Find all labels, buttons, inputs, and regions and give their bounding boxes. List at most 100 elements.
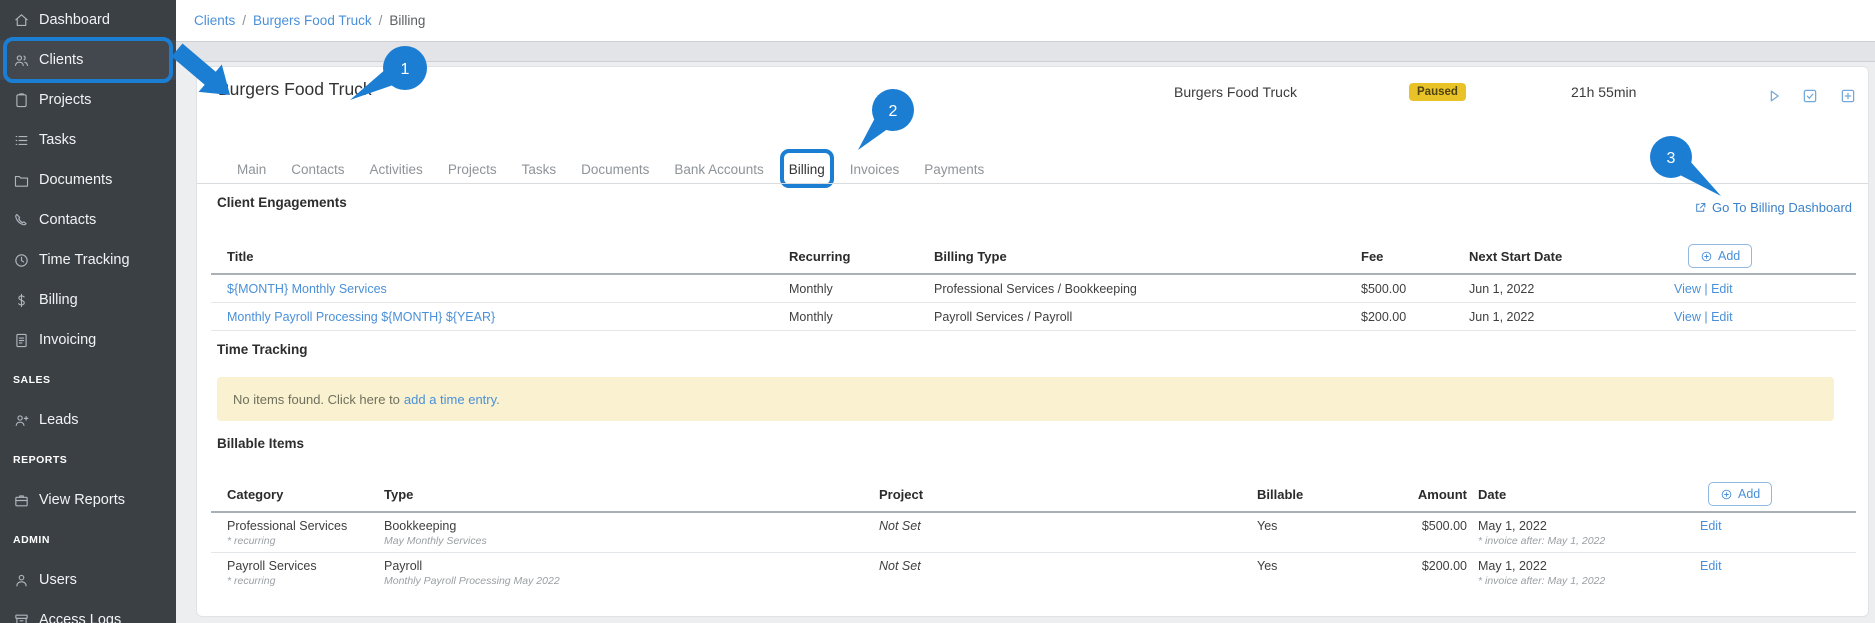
sidebar-section-reports: REPORTS <box>13 454 68 466</box>
add-billable-item-label: Add <box>1738 487 1761 501</box>
tab-tasks[interactable]: Tasks <box>522 162 557 177</box>
sidebar-section-admin: ADMIN <box>13 534 50 546</box>
tab-billing[interactable]: Billing <box>779 148 834 188</box>
col-date: Date <box>1471 477 1660 513</box>
billable-category-note: * recurring <box>227 535 276 547</box>
sidebar-item-label: Documents <box>39 172 113 188</box>
billable-type: Payroll <box>384 559 423 573</box>
go-to-billing-dashboard-link[interactable]: Go To Billing Dashboard <box>1694 200 1852 215</box>
action-separator: | <box>1704 281 1708 296</box>
engagement-fee: $200.00 <box>1345 302 1453 331</box>
go-to-billing-dashboard-label: Go To Billing Dashboard <box>1712 200 1852 215</box>
sidebar-item-access-logs[interactable]: Access Logs <box>0 600 176 623</box>
billable-project: Not Set <box>879 559 921 573</box>
edit-link[interactable]: Edit <box>1700 519 1722 533</box>
archive-icon <box>13 612 30 623</box>
time-tracking-empty-alert: No items found. Click here to add a time… <box>217 377 1834 421</box>
col-amount: Amount <box>1355 477 1471 513</box>
invoice-icon <box>13 332 30 349</box>
sidebar-item-documents[interactable]: Documents <box>0 160 176 200</box>
sidebar-item-clients[interactable]: Clients <box>0 40 176 80</box>
billable-date-note: * invoice after: May 1, 2022 <box>1478 575 1606 587</box>
billable-flag: Yes <box>1257 559 1278 573</box>
quick-add-button[interactable] <box>1839 87 1857 105</box>
view-link[interactable]: View <box>1674 310 1701 324</box>
sidebar-item-label: Invoicing <box>39 332 97 348</box>
tab-documents[interactable]: Documents <box>581 162 649 177</box>
plus-square-icon <box>1841 89 1855 103</box>
client-detail-card: Burgers Food Truck Burgers Food Truck Pa… <box>196 66 1869 617</box>
check-square-icon <box>1803 89 1817 103</box>
dollar-icon <box>13 292 30 309</box>
tab-contacts[interactable]: Contacts <box>291 162 344 177</box>
sidebar-item-projects[interactable]: Projects <box>0 80 176 120</box>
sidebar-item-view-reports[interactable]: View Reports <box>0 480 176 520</box>
clipboard-icon <box>13 92 30 109</box>
engagement-next-start-date: Jun 1, 2022 <box>1453 302 1658 331</box>
engagements-table: Title Recurring Billing Type Fee Next St… <box>211 239 1856 331</box>
table-row: Professional Services * recurring Bookkee… <box>211 512 1856 553</box>
list-icon <box>13 132 30 149</box>
client-tabs: Main Contacts Activities Projects Tasks … <box>237 148 984 188</box>
billable-amount: $200.00 <box>1421 559 1467 573</box>
view-link[interactable]: View <box>1674 282 1701 296</box>
sidebar-item-dashboard[interactable]: Dashboard <box>0 0 176 40</box>
header-client-name: Burgers Food Truck <box>1174 84 1297 100</box>
add-engagement-button[interactable]: Add <box>1688 244 1753 268</box>
add-time-entry-link[interactable]: add a time entry. <box>404 392 500 407</box>
breadcrumb-clients-link[interactable]: Clients <box>194 13 235 28</box>
sidebar-item-billing[interactable]: Billing <box>0 280 176 320</box>
sidebar-item-leads[interactable]: Leads <box>0 400 176 440</box>
breadcrumb-client-link[interactable]: Burgers Food Truck <box>253 13 372 28</box>
sidebar-item-label: Access Logs <box>39 612 122 623</box>
engagement-title-link[interactable]: ${MONTH} Monthly Services <box>227 282 387 296</box>
col-fee: Fee <box>1345 239 1453 275</box>
add-billable-item-button[interactable]: Add <box>1708 482 1773 506</box>
billable-items-table: Category Type Project Billable Amount Da… <box>211 477 1856 592</box>
sidebar-item-label: Leads <box>39 412 79 428</box>
tab-main[interactable]: Main <box>237 162 266 177</box>
tab-invoices[interactable]: Invoices <box>850 162 900 177</box>
start-timer-button[interactable] <box>1765 87 1783 105</box>
billable-type-note: Monthly Payroll Processing May 2022 <box>384 575 560 587</box>
sidebar-item-label: Time Tracking <box>39 252 130 268</box>
sidebar-section-sales: SALES <box>13 374 51 386</box>
sidebar-item-invoicing[interactable]: Invoicing <box>0 320 176 360</box>
breadcrumb-separator: / <box>242 13 247 28</box>
col-billable: Billable <box>1241 477 1355 513</box>
engagement-next-start-date: Jun 1, 2022 <box>1453 274 1658 303</box>
tab-payments[interactable]: Payments <box>924 162 984 177</box>
engagement-title-link[interactable]: Monthly Payroll Processing ${MONTH} ${YE… <box>227 310 495 324</box>
sidebar-item-time-tracking[interactable]: Time Tracking <box>0 240 176 280</box>
edit-link[interactable]: Edit <box>1711 310 1733 324</box>
add-engagement-label: Add <box>1718 249 1741 263</box>
engagement-billing-type: Payroll Services / Payroll <box>918 302 1345 331</box>
circle-plus-icon <box>1721 489 1732 499</box>
tab-bank-accounts[interactable]: Bank Accounts <box>674 162 763 177</box>
billable-date: May 1, 2022 <box>1478 559 1547 573</box>
sidebar-item-users[interactable]: Users <box>0 560 176 600</box>
col-type: Type <box>368 477 863 513</box>
billable-items-heading: Billable Items <box>217 436 305 451</box>
engagement-billing-type: Professional Services / Bookkeeping <box>918 274 1345 303</box>
col-recurring: Recurring <box>773 239 918 275</box>
edit-link[interactable]: Edit <box>1711 282 1733 296</box>
external-link-icon <box>1696 202 1706 212</box>
edit-link[interactable]: Edit <box>1700 559 1722 573</box>
add-task-button[interactable] <box>1801 87 1819 105</box>
billable-flag: Yes <box>1241 512 1355 553</box>
billable-date: May 1, 2022 <box>1478 519 1547 533</box>
sidebar-item-contacts[interactable]: Contacts <box>0 200 176 240</box>
collapsed-toolbar-band <box>176 41 1875 62</box>
briefcase-icon <box>13 492 30 509</box>
sidebar-item-tasks[interactable]: Tasks <box>0 120 176 160</box>
phone-icon <box>13 212 30 229</box>
col-next-start-date: Next Start Date <box>1453 239 1658 275</box>
tab-activities[interactable]: Activities <box>370 162 423 177</box>
action-separator: | <box>1704 309 1708 324</box>
billable-amount: $500.00 <box>1355 512 1471 553</box>
sidebar-item-label: View Reports <box>39 492 125 508</box>
breadcrumb-current: Billing <box>389 13 426 28</box>
tab-projects[interactable]: Projects <box>448 162 497 177</box>
user-plus-icon <box>13 412 30 429</box>
